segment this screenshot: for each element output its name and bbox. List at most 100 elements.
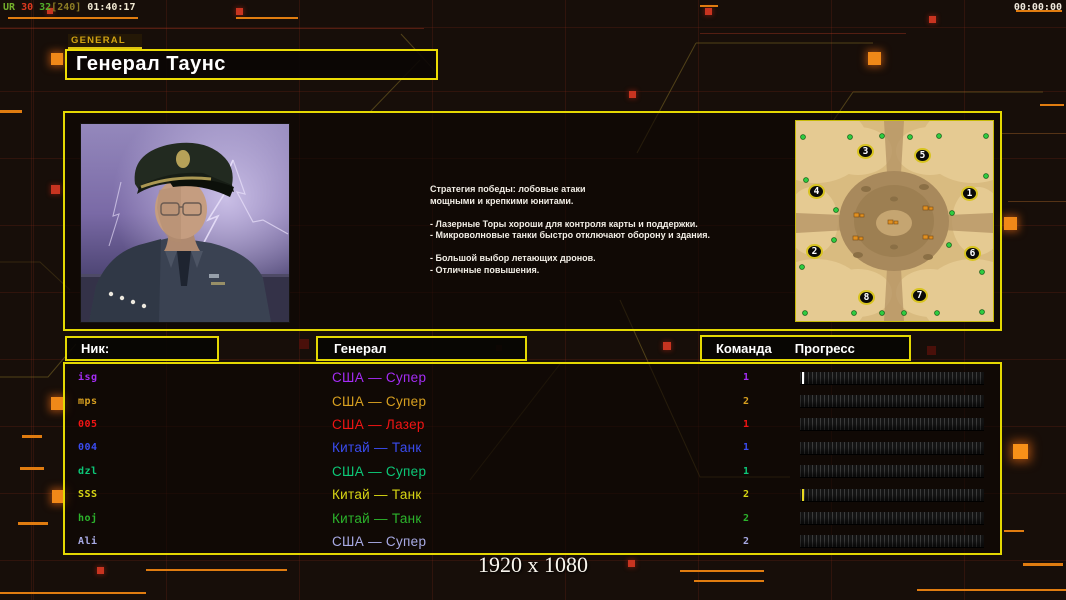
decor-square <box>236 8 243 15</box>
debug-part: UR <box>3 2 16 13</box>
player-general: Китай — Танк <box>332 510 422 526</box>
general-tag-label: GENERAL <box>68 34 142 49</box>
table-row: 005 США — Лазер 1 <box>65 413 1000 436</box>
general-name: Генерал Таунс <box>76 53 226 75</box>
player-team: 2 <box>742 395 750 407</box>
player-general: Китай — Танк <box>332 487 422 503</box>
decor-dash <box>0 110 22 113</box>
decor-faint-line <box>1000 133 1066 134</box>
general-title-box: Генерал Таунс <box>65 49 438 80</box>
table-row: SSS Китай — Танк 2 <box>65 483 1000 506</box>
player-team: 1 <box>742 442 750 454</box>
debug-part: 32 <box>33 2 52 13</box>
decor-square <box>1004 217 1017 230</box>
progress-tick <box>802 371 804 384</box>
start-position-marker: 2 <box>806 244 823 259</box>
strategy-line <box>430 207 760 219</box>
decor-line <box>700 33 906 34</box>
player-general: США — Супер <box>332 463 427 479</box>
player-nick: mps <box>78 395 98 407</box>
player-progress-bar <box>800 488 984 501</box>
map-preview: 1 2 3 4 5 6 7 8 <box>795 120 994 322</box>
player-nick: dzl <box>78 465 98 477</box>
player-nick: Ali <box>78 535 98 547</box>
decor-square <box>51 185 60 194</box>
debug-part: 01:40:17 <box>81 2 136 13</box>
decor-square <box>927 346 936 355</box>
player-nick: SSS <box>78 489 98 501</box>
player-nick: 004 <box>78 442 98 454</box>
column-header-general: Генерал <box>316 336 527 361</box>
strategy-line: Стратегия победы: лобовые атаки <box>430 184 586 194</box>
decor-square <box>929 16 936 23</box>
player-team: 1 <box>742 418 750 430</box>
start-position-marker: 6 <box>964 246 981 261</box>
column-header-nick: Ник: <box>65 336 219 361</box>
decor-dash <box>694 580 764 582</box>
player-nick: isg <box>78 372 98 384</box>
table-row: mps США — Супер 2 <box>65 389 1000 412</box>
player-general: Китай — Танк <box>332 440 422 456</box>
player-table-panel: isg США — Супер 1 mps США — Супер 2 005 США — Л… <box>63 362 1002 555</box>
decor-dash <box>0 592 146 594</box>
decor-square <box>51 53 63 65</box>
player-team: 2 <box>742 535 750 547</box>
table-row: 004 Китай — Танк 1 <box>65 436 1000 459</box>
player-team: 1 <box>742 372 750 384</box>
debug-overlay-text: UR 30 32[240] 01:40:17 <box>3 2 135 13</box>
debug-part: 30 <box>15 2 34 13</box>
debug-part: [240] <box>51 2 82 13</box>
decor-dash <box>1004 530 1024 532</box>
decor-dash <box>8 17 138 19</box>
general-portrait <box>80 123 290 323</box>
player-team: 1 <box>742 465 750 477</box>
table-row: Ali США — Супер 2 <box>65 530 1000 553</box>
nick-header-label: Ник: <box>81 341 110 356</box>
map-terrain <box>796 121 993 321</box>
progress-tick <box>802 488 804 501</box>
strategy-line <box>430 242 760 254</box>
player-general: США — Супер <box>332 393 427 409</box>
start-position-marker: 1 <box>961 186 978 201</box>
start-position-marker: 8 <box>858 290 875 305</box>
decor-square <box>868 52 881 65</box>
table-row: isg США — Супер 1 <box>65 366 1000 389</box>
table-row: dzl США — Супер 1 <box>65 460 1000 483</box>
strategy-line: мощными и крепкими юнитами. <box>430 195 574 206</box>
column-header-team-progress: Команда Прогресс <box>700 335 911 361</box>
player-rows: isg США — Супер 1 mps США — Супер 2 005 США — Л… <box>65 366 1000 553</box>
loading-screen: UR 30 32[240] 01:40:17 00:00:00 GENERAL … <box>0 0 1066 600</box>
start-position-marker: 3 <box>857 144 874 159</box>
strategy-line: - Отличные повышения. <box>430 264 540 275</box>
decor-square <box>705 8 712 15</box>
player-progress-bar <box>800 441 984 454</box>
decor-dash <box>917 589 1066 591</box>
general-header-label: Генерал <box>334 341 387 356</box>
decor-dash <box>22 435 42 438</box>
player-progress-bar <box>800 418 984 431</box>
resolution-label: 1920 x 1080 <box>478 552 588 577</box>
strategy-line: - Лазерные Торы хороши для контроля карт… <box>430 218 698 229</box>
decor-dash <box>700 5 718 7</box>
player-team: 2 <box>742 512 750 524</box>
player-nick: 005 <box>78 418 98 430</box>
decor-dash <box>1040 104 1064 106</box>
decor-square <box>629 91 636 98</box>
player-nick: hoj <box>78 512 98 524</box>
team-header-label: Команда <box>716 340 772 356</box>
decor-dash <box>236 17 298 19</box>
start-position-marker: 4 <box>808 184 825 199</box>
strategy-line: - Микроволновые танки быстро отключают о… <box>430 230 711 240</box>
player-progress-bar <box>800 535 984 548</box>
player-progress-bar <box>800 371 984 384</box>
player-progress-bar <box>800 512 984 525</box>
decor-faint-line <box>1008 201 1066 202</box>
decor-square <box>1013 444 1028 459</box>
strategy-line: - Большой выбор летающих дронов. <box>430 253 596 263</box>
player-team: 2 <box>742 489 750 501</box>
strategy-description: Стратегия победы: лобовые атаки мощными и… <box>430 184 760 276</box>
decor-dash <box>20 467 44 470</box>
player-progress-bar <box>800 465 984 478</box>
decor-dash <box>18 522 48 525</box>
start-position-marker: 5 <box>914 148 931 163</box>
